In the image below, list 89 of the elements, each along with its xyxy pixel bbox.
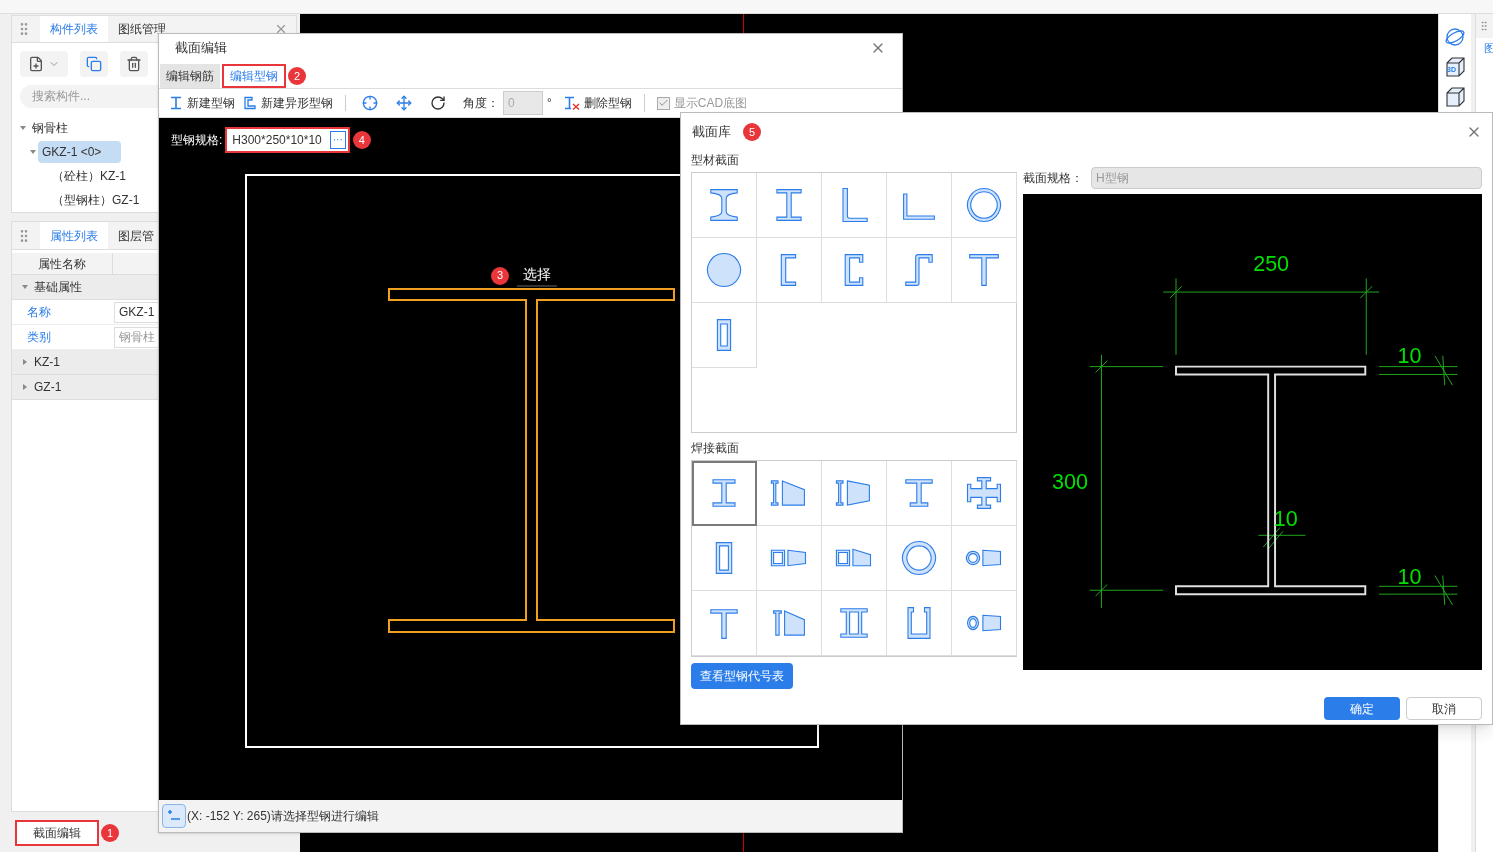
- section-tile[interactable]: [692, 591, 757, 656]
- section-tile[interactable]: [887, 591, 952, 656]
- property-name: 类别: [26, 329, 52, 346]
- panel-tab[interactable]: 属性列表: [40, 222, 108, 249]
- tree-item[interactable]: （砼柱）KZ-1: [48, 165, 130, 187]
- drag-handle-icon[interactable]: [1478, 20, 1490, 32]
- section-heading: 型材截面: [691, 152, 740, 169]
- snap-icon: [167, 809, 181, 823]
- section-tile[interactable]: [952, 238, 1017, 303]
- section-tile[interactable]: [692, 173, 757, 238]
- section-edit-button[interactable]: 截面编辑: [15, 820, 99, 846]
- dimension-label: 250: [1253, 250, 1290, 276]
- delete-button[interactable]: [120, 50, 148, 77]
- dialog-button[interactable]: 确定: [1324, 697, 1400, 720]
- step-badge: 3: [491, 266, 509, 285]
- spec-label: 型钢规格:: [171, 132, 223, 149]
- section-tile[interactable]: [757, 591, 822, 656]
- selection-label: 选择: [517, 264, 557, 287]
- step-badge: 2: [288, 67, 306, 85]
- i-beam-icon: [169, 96, 183, 110]
- expand-arrow-icon[interactable]: [28, 148, 38, 156]
- section-tile[interactable]: [757, 173, 822, 238]
- angle-label: 角度：: [463, 95, 499, 112]
- section-tile[interactable]: [952, 173, 1017, 238]
- degree-unit: °: [547, 95, 552, 112]
- property-name: 名称: [26, 304, 52, 321]
- copy-button[interactable]: [80, 50, 108, 77]
- property-group[interactable]: KZ-1: [34, 353, 60, 371]
- section-tile[interactable]: [952, 526, 1017, 591]
- expand-arrow-icon[interactable]: [18, 124, 28, 132]
- trash-icon: [126, 55, 142, 72]
- section-tile[interactable]: [952, 591, 1017, 656]
- section-tile[interactable]: [692, 461, 757, 526]
- new-file-icon: [28, 55, 44, 72]
- tree-item[interactable]: 钢骨柱: [28, 117, 72, 139]
- i-beam-drawing[interactable]: [387, 287, 677, 635]
- section-tile[interactable]: [887, 461, 952, 526]
- dialog-title: 截面编辑: [175, 39, 227, 58]
- dimension-label: 300: [1052, 469, 1089, 495]
- dimension-label: 10: [1397, 564, 1422, 590]
- spec-field[interactable]: H300*250*10*10 ···: [225, 127, 350, 153]
- dialog-title: 截面库: [691, 123, 731, 142]
- panel-tab[interactable]: 图: [1476, 40, 1493, 57]
- section-tile[interactable]: [952, 461, 1017, 526]
- crosshair-icon[interactable]: [362, 95, 378, 111]
- browse-button[interactable]: ···: [329, 131, 346, 149]
- status-text: (X: -152 Y: 265)请选择型钢进行编辑: [187, 808, 379, 825]
- section-tile[interactable]: [822, 591, 887, 656]
- section-heading: 焊接截面: [691, 440, 740, 457]
- section-tile[interactable]: [757, 238, 822, 303]
- editor-tab[interactable]: 编辑型钢: [222, 64, 286, 88]
- section-tile[interactable]: [887, 173, 952, 238]
- section-tile[interactable]: [822, 173, 887, 238]
- custom-section-icon: [243, 96, 257, 110]
- section-tile[interactable]: [692, 526, 757, 591]
- step-badge: 4: [352, 131, 371, 149]
- step-badge: 1: [101, 824, 119, 842]
- section-tile[interactable]: [692, 303, 757, 368]
- tree-item[interactable]: GKZ-1 <0>: [38, 141, 122, 163]
- section-tile[interactable]: [822, 238, 887, 303]
- column-header: 属性名称: [12, 253, 113, 274]
- section-tile[interactable]: [757, 461, 822, 526]
- property-group[interactable]: 基础属性: [34, 278, 82, 296]
- panel-tab[interactable]: 构件列表: [40, 16, 108, 42]
- section-tile[interactable]: [822, 461, 887, 526]
- section-tile[interactable]: [887, 526, 952, 591]
- spec-label: 截面规格：: [1023, 170, 1083, 187]
- cube-view-button[interactable]: [1444, 86, 1466, 108]
- move-icon[interactable]: [396, 95, 412, 111]
- dialog-button[interactable]: 取消: [1406, 697, 1482, 720]
- orbit-icon[interactable]: [1444, 26, 1466, 48]
- delete-beam-icon: [563, 96, 580, 110]
- dimension-label: 10: [1397, 342, 1422, 368]
- section-tile[interactable]: [887, 238, 952, 303]
- editor-tab[interactable]: 编辑钢筋: [160, 64, 220, 88]
- code-table-button[interactable]: 查看型钢代号表: [691, 663, 793, 689]
- tree-item[interactable]: （型钢柱）GZ-1: [48, 189, 144, 211]
- copy-icon: [86, 55, 102, 72]
- toolbar-button[interactable]: 删除型钢: [559, 94, 636, 112]
- snap-toggle-button[interactable]: [162, 804, 186, 828]
- section-tile[interactable]: [692, 238, 757, 303]
- expand-arrow-icon[interactable]: [20, 283, 30, 291]
- check-icon: [657, 97, 669, 109]
- new-button[interactable]: [20, 50, 68, 77]
- section-tile[interactable]: [822, 526, 887, 591]
- property-group[interactable]: GZ-1: [34, 378, 62, 396]
- step-badge: 5: [743, 123, 761, 141]
- rotate-icon[interactable]: [430, 95, 446, 111]
- section-tile[interactable]: [757, 526, 822, 591]
